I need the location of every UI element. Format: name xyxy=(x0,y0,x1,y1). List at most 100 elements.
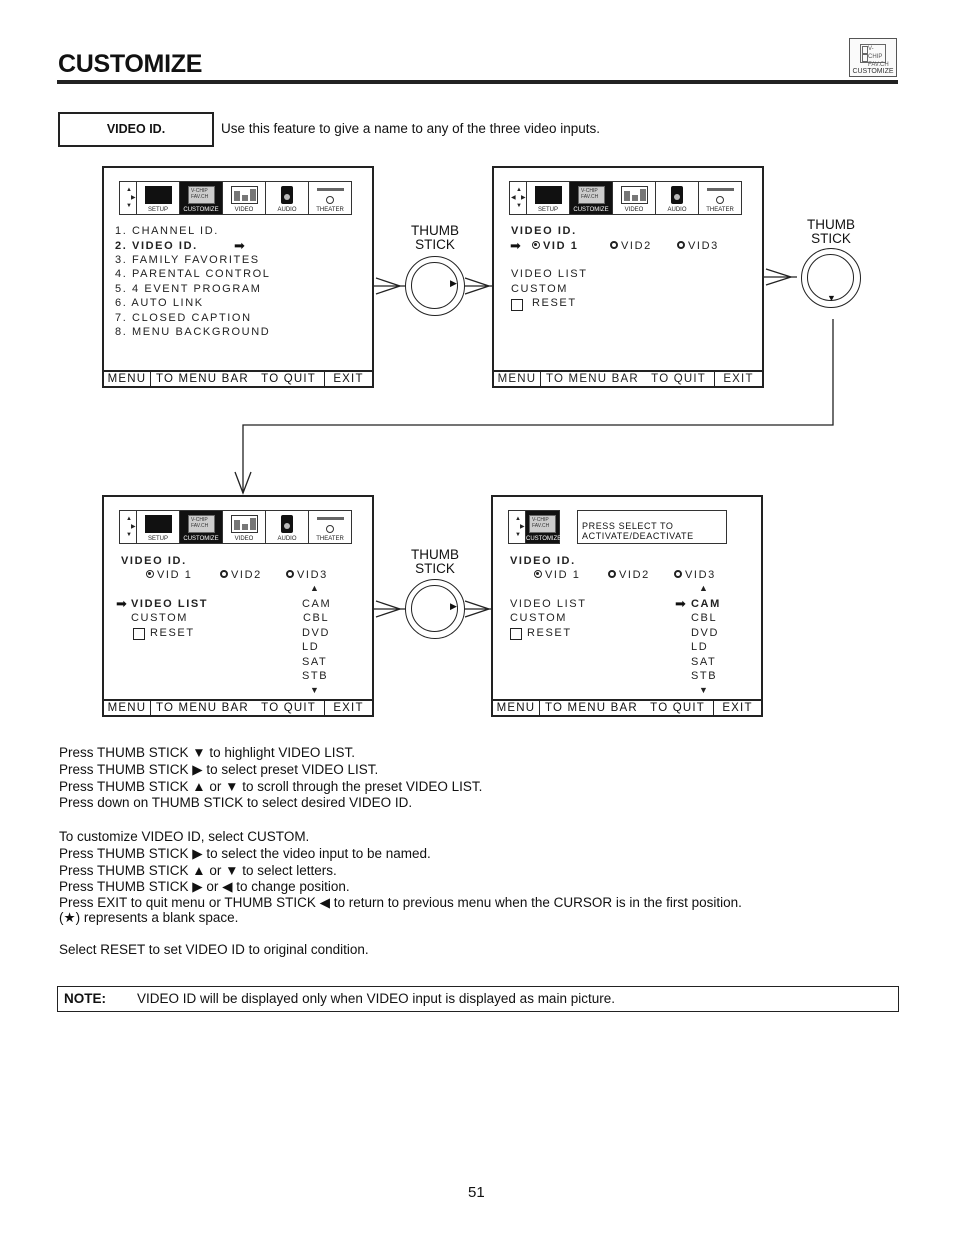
input-vid1[interactable]: VID 1 xyxy=(532,240,579,252)
tab-setup[interactable]: SETUP xyxy=(137,181,180,215)
page-number: 51 xyxy=(468,1184,485,1201)
thumb-stick-down: THUMB STICK ▼ xyxy=(801,218,861,308)
video-id-screen: ▲ ◀ ▶ ▼ SETUP V-CHIP FAV.CH CUSTOMIZE VIDEO A… xyxy=(492,166,764,388)
menu-item[interactable]: 8. MENU BACKGROUND xyxy=(115,326,270,338)
right-arrow-icon: ▶ xyxy=(450,278,457,288)
tab-customize[interactable]: V-CHIP FAV.CH CUSTOMIZE xyxy=(570,181,613,215)
preset-item[interactable]: SAT xyxy=(691,656,716,668)
menu-tab-bar: ▲ ▶ ▼ SETUP V-CHIP FAV.CH CUSTOMIZE VIDEO AU… xyxy=(119,181,352,215)
navigation-arrows-icon: ▲ ▶ ▼ xyxy=(119,510,137,544)
menu-key-label[interactable]: MENU xyxy=(494,372,541,386)
video-id-heading: VIDEO ID. xyxy=(510,555,576,567)
cursor-arrow-icon: ➡ xyxy=(234,238,245,253)
tab-video[interactable]: VIDEO xyxy=(223,181,266,215)
tab-audio[interactable]: AUDIO xyxy=(656,181,699,215)
tab-theater[interactable]: THEATER xyxy=(309,510,352,544)
exit-key-label[interactable]: EXIT xyxy=(324,701,372,715)
option-reset[interactable]: RESET xyxy=(532,297,577,309)
speaker-icon xyxy=(671,186,683,204)
person-icon xyxy=(326,196,334,204)
input-vid2[interactable]: VID2 xyxy=(610,240,652,252)
radio-icon xyxy=(220,570,228,578)
scroll-down-icon[interactable]: ▼ xyxy=(310,685,321,695)
reset-checkbox[interactable] xyxy=(510,628,522,640)
preset-item[interactable]: CAM xyxy=(302,598,331,610)
vchip-icon: V-CHIP FAV.CH xyxy=(188,186,215,204)
preset-item[interactable]: DVD xyxy=(302,627,330,639)
tab-theater[interactable]: THEATER xyxy=(309,181,352,215)
preset-item[interactable]: STB xyxy=(302,670,328,682)
scroll-up-icon[interactable]: ▲ xyxy=(310,583,321,593)
preset-item[interactable]: LD xyxy=(691,641,708,653)
tab-video[interactable]: VIDEO xyxy=(223,510,266,544)
tab-video[interactable]: VIDEO xyxy=(613,181,656,215)
tab-customize[interactable]: V-CHIP FAV.CH CUSTOMIZE xyxy=(180,510,223,544)
to-quit-label: TO QUIT xyxy=(261,702,316,714)
preset-item[interactable]: CBL xyxy=(691,612,717,624)
tab-theater[interactable]: THEATER xyxy=(699,181,742,215)
input-vid1[interactable]: VID 1 xyxy=(146,569,193,581)
input-vid3[interactable]: VID3 xyxy=(674,569,716,581)
exit-key-label[interactable]: EXIT xyxy=(714,372,762,386)
exit-key-label[interactable]: EXIT xyxy=(324,372,372,386)
menu-item[interactable]: 4. PARENTAL CONTROL xyxy=(115,268,271,280)
tv-icon xyxy=(145,186,172,204)
option-custom[interactable]: CUSTOM xyxy=(510,612,567,624)
bar-graph-icon xyxy=(231,515,258,533)
tab-setup[interactable]: SETUP xyxy=(527,181,570,215)
reset-checkbox[interactable] xyxy=(133,628,145,640)
preset-item-selected[interactable]: CAM xyxy=(691,598,721,610)
menu-key-label[interactable]: MENU xyxy=(493,701,540,715)
menu-key-label[interactable]: MENU xyxy=(104,372,151,386)
input-vid2[interactable]: VID2 xyxy=(608,569,650,581)
instruction-line: Press THUMB STICK ▶ to select the video … xyxy=(59,845,431,861)
option-video-list[interactable]: VIDEO LIST xyxy=(510,598,587,610)
input-vid2[interactable]: VID2 xyxy=(220,569,262,581)
tab-customize[interactable]: V-CHIP FAV.CH CUSTOMIZE xyxy=(526,510,561,544)
preset-item[interactable]: DVD xyxy=(691,627,719,639)
scroll-up-icon[interactable]: ▲ xyxy=(699,583,710,593)
instructions-block-1: Press THUMB STICK ▼ to highlight VIDEO L… xyxy=(59,745,482,812)
tab-customize[interactable]: V-CHIP FAV.CH CUSTOMIZE xyxy=(180,181,223,215)
thumb-stick-icon: ▶ xyxy=(405,256,465,316)
menu-key-label[interactable]: MENU xyxy=(104,701,151,715)
preset-select-screen: ▲ ▶ ▼ V-CHIP FAV.CH CUSTOMIZE PRESS SELECT T… xyxy=(491,495,763,717)
tab-setup[interactable]: SETUP xyxy=(137,510,180,544)
preset-item[interactable]: LD xyxy=(302,641,319,653)
option-reset[interactable]: RESET xyxy=(527,627,572,639)
note-text: VIDEO ID will be displayed only when VID… xyxy=(137,991,615,1006)
theater-icon xyxy=(707,188,734,192)
option-custom[interactable]: CUSTOM xyxy=(131,612,188,624)
scroll-down-icon[interactable]: ▼ xyxy=(699,685,710,695)
tab-audio[interactable]: AUDIO xyxy=(266,510,309,544)
radio-icon xyxy=(677,241,685,249)
preset-item[interactable]: SAT xyxy=(302,656,327,668)
menu-item[interactable]: 5. 4 EVENT PROGRAM xyxy=(115,283,262,295)
right-arrow-icon: ▶ xyxy=(450,601,457,611)
menu-item[interactable]: 1. CHANNEL ID. xyxy=(115,225,219,237)
option-reset[interactable]: RESET xyxy=(150,627,195,639)
input-vid1[interactable]: VID 1 xyxy=(534,569,581,581)
preset-item[interactable]: CBL xyxy=(303,612,329,624)
option-video-list-selected[interactable]: VIDEO LIST xyxy=(131,598,208,610)
instruction-line: Press THUMB STICK ▶ or ◀ to change posit… xyxy=(59,879,350,895)
input-vid3[interactable]: VID3 xyxy=(677,240,719,252)
video-id-heading: VIDEO ID. xyxy=(121,555,187,567)
menu-item[interactable]: 7. CLOSED CAPTION xyxy=(115,312,252,324)
exit-key-label[interactable]: EXIT xyxy=(713,701,761,715)
thumb-stick-right: THUMB STICK ▶ xyxy=(405,224,465,316)
down-arrow-icon: ▼ xyxy=(827,293,836,303)
radio-icon xyxy=(608,570,616,578)
reset-checkbox[interactable] xyxy=(511,299,523,311)
option-custom[interactable]: CUSTOM xyxy=(511,283,568,295)
vchip-icon: V-CHIP FAV.CH xyxy=(188,515,215,533)
speaker-icon xyxy=(281,515,293,533)
tab-audio[interactable]: AUDIO xyxy=(266,181,309,215)
cursor-arrow-icon: ➡ xyxy=(510,238,521,253)
menu-item-selected[interactable]: 2. VIDEO ID. xyxy=(115,240,198,252)
preset-item[interactable]: STB xyxy=(691,670,717,682)
input-vid3[interactable]: VID3 xyxy=(286,569,328,581)
menu-item[interactable]: 3. FAMILY FAVORITES xyxy=(115,254,260,266)
menu-item[interactable]: 6. AUTO LINK xyxy=(115,297,204,309)
option-video-list[interactable]: VIDEO LIST xyxy=(511,268,588,280)
